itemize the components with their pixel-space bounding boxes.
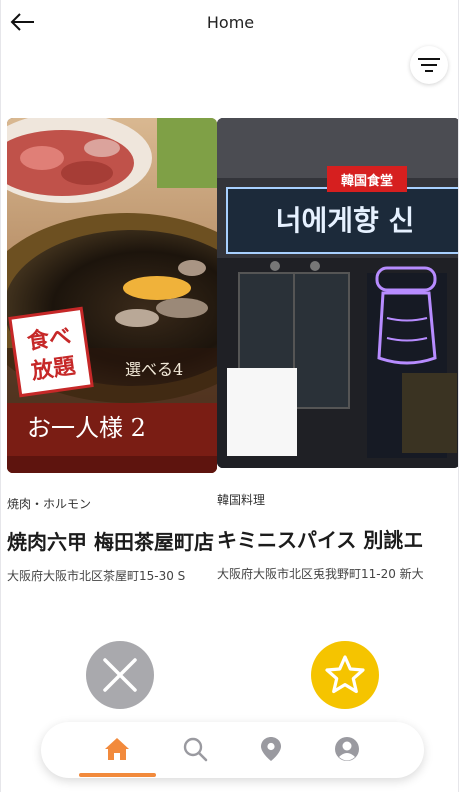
page-title: Home (206, 13, 255, 32)
restaurant-name: キミニスパイス 別誂エ (217, 528, 424, 552)
restaurant-card-stack[interactable]: 食べ 放題 選べる4 お一人様 2 焼肉・ホルモン 焼肉六甲 梅田茶屋町店 大阪… (1, 118, 458, 598)
restaurant-name: 焼肉六甲 梅田茶屋町店 (7, 530, 214, 554)
restaurant-photo: 食べ 放題 選べる4 お一人様 2 (7, 118, 217, 473)
nav-profile[interactable] (332, 734, 362, 764)
bottom-navigation (41, 722, 424, 778)
map-pin-icon (261, 737, 281, 761)
restaurant-category: 韓国料理 (217, 493, 266, 507)
reject-button[interactable] (86, 641, 154, 709)
banner-line2: お一人様 2 (27, 414, 146, 442)
nav-home[interactable] (102, 734, 132, 764)
filter-button[interactable] (410, 46, 448, 84)
restaurant-category: 焼肉・ホルモン (7, 497, 92, 511)
close-x-icon (103, 658, 137, 692)
top-bar: Home (1, 0, 458, 48)
active-tab-indicator (79, 773, 156, 777)
search-icon (183, 737, 208, 762)
sign-large-text: 너에게향 신 (276, 204, 415, 237)
profile-icon (335, 737, 359, 761)
restaurant-address: 大阪府大阪市北区兎我野町11-20 新大 (217, 567, 424, 581)
sign-small-text: 韓国食堂 (341, 173, 393, 189)
nav-map[interactable] (256, 734, 286, 764)
app-frame: Home 食べ 放題 選べる4 お一人様 2 焼肉・ホルモン 焼肉六甲 梅田茶屋… (0, 0, 459, 792)
nav-search[interactable] (180, 734, 210, 764)
favorite-button[interactable] (311, 641, 379, 709)
star-icon (325, 655, 365, 694)
home-icon (105, 738, 129, 760)
restaurant-address: 大阪府大阪市北区茶屋町15-30 S (7, 569, 186, 583)
restaurant-photo: 韓国食堂 너에게향 신 (217, 118, 458, 468)
filter-lines-icon (418, 58, 440, 72)
banner-line1: 選べる4 (125, 360, 183, 379)
